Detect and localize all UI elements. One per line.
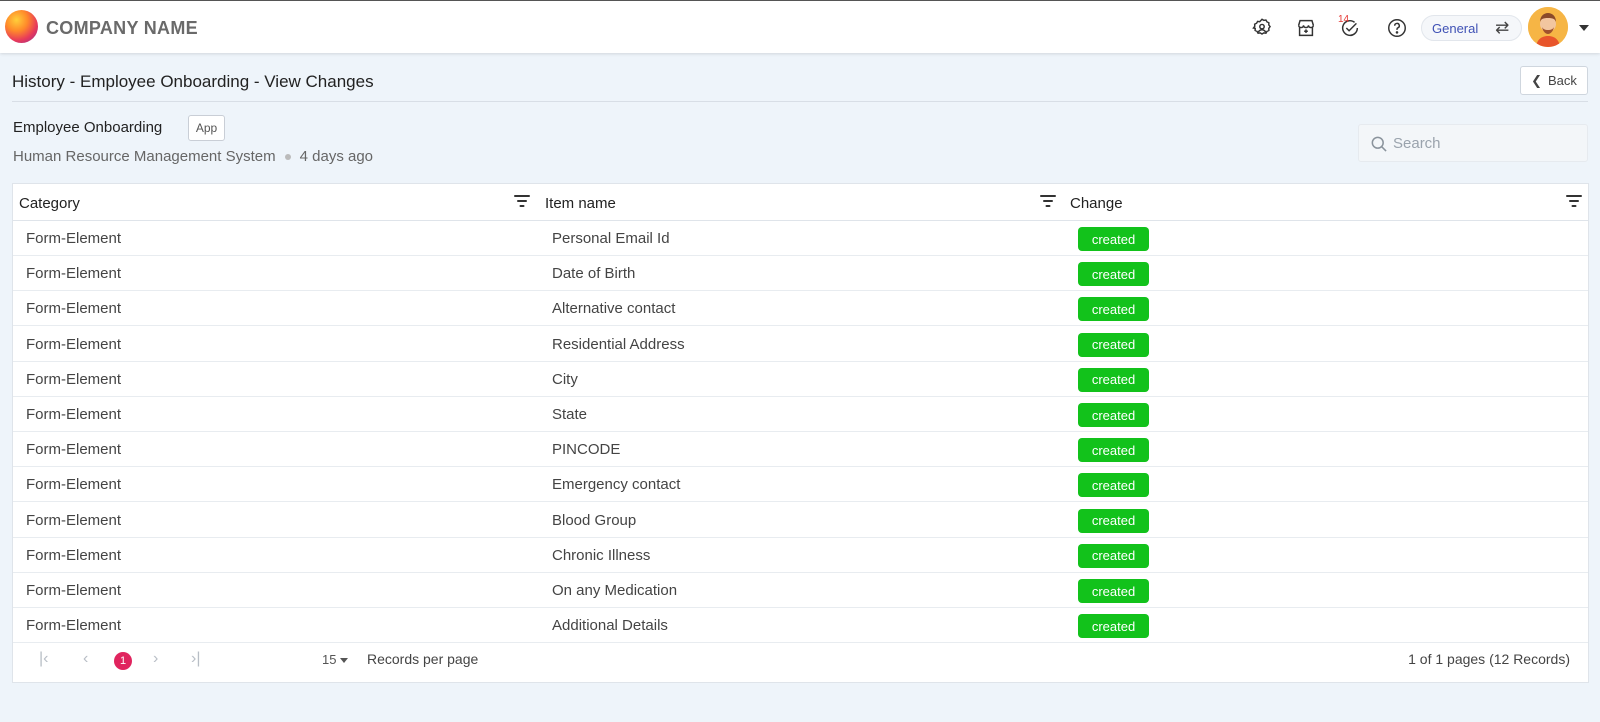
next-page-icon[interactable]: › xyxy=(153,650,158,668)
page-summary: 1 of 1 pages (12 Records) xyxy=(1408,651,1570,667)
top-bar: COMPANY NAME 14 General ⇄ xyxy=(0,0,1600,53)
change-status-badge: created xyxy=(1078,614,1149,639)
cell-item-name: Emergency contact xyxy=(552,476,681,494)
cell-category: Form-Element xyxy=(26,441,122,459)
change-status-badge: created xyxy=(1078,403,1149,427)
chevron-down-icon[interactable] xyxy=(1579,25,1589,31)
table-header: Category Item name Change xyxy=(13,184,1588,221)
table-row[interactable]: Form-Element State created xyxy=(13,397,1588,432)
cell-category: Form-Element xyxy=(26,230,122,247)
filter-icon[interactable] xyxy=(513,193,531,209)
cell-category: Form-Element xyxy=(26,370,122,388)
table-row[interactable]: Form-Element PINCODE created xyxy=(13,432,1588,468)
filter-icon[interactable] xyxy=(1039,193,1057,209)
last-page-icon[interactable]: ›| xyxy=(191,650,200,668)
store-icon[interactable] xyxy=(1294,16,1318,40)
cell-category: Form-Element xyxy=(26,406,122,423)
search-icon xyxy=(1371,136,1387,152)
notification-badge: 14 xyxy=(1338,14,1350,25)
change-status-badge: created xyxy=(1078,367,1149,392)
change-status-badge: created xyxy=(1078,262,1149,287)
page-title: History - Employee Onboarding - View Cha… xyxy=(12,72,374,91)
search-input[interactable] xyxy=(1393,130,1578,156)
table-row[interactable]: Form-Element Alternative contact created xyxy=(13,291,1588,327)
app-type-tag: App xyxy=(188,115,225,141)
change-status-badge: created xyxy=(1078,473,1149,498)
company-name: COMPANY NAME xyxy=(46,18,198,38)
change-status-badge: created xyxy=(1078,227,1149,251)
cell-item-name: Date of Birth xyxy=(552,265,636,283)
history-table: Category Item name Change Form-Element Pe… xyxy=(12,183,1589,683)
app-meta: Human Resource Management System 4 days … xyxy=(13,148,373,165)
caret-down-icon xyxy=(340,658,349,664)
company-logo[interactable] xyxy=(5,10,38,43)
settings-icon[interactable] xyxy=(1250,16,1274,40)
change-status-badge: created xyxy=(1078,438,1149,463)
cell-item-name: Personal Email Id xyxy=(552,230,670,247)
cell-item-name: Additional Details xyxy=(552,617,668,635)
current-page-button[interactable]: 1 xyxy=(114,652,132,670)
cell-category: Form-Element xyxy=(26,511,122,529)
cell-item-name: PINCODE xyxy=(552,441,621,459)
swap-icon: ⇄ xyxy=(1495,18,1510,37)
column-header-change[interactable]: Change xyxy=(1070,195,1123,212)
table-row[interactable]: Form-Element On any Medication created xyxy=(13,573,1588,608)
first-page-icon[interactable]: |‹ xyxy=(39,650,48,668)
pagination: |‹ ‹ 1 › ›| 15 Records per page 1 of 1 p… xyxy=(13,638,1588,683)
search-box xyxy=(1358,124,1588,162)
column-header-category[interactable]: Category xyxy=(19,195,80,212)
table-row[interactable]: Form-Element Residential Address created xyxy=(13,327,1588,362)
cell-category: Form-Element xyxy=(26,300,122,318)
app-name: Employee Onboarding xyxy=(13,119,163,136)
time-ago: 4 days ago xyxy=(299,148,374,165)
separator-dot xyxy=(284,153,291,160)
filter-icon[interactable] xyxy=(1565,193,1583,209)
cell-item-name: Alternative contact xyxy=(552,300,676,318)
cell-item-name: State xyxy=(552,406,588,423)
cell-category: Form-Element xyxy=(26,546,122,564)
system-name: Human Resource Management System xyxy=(13,148,276,165)
workspace-label: General xyxy=(1432,20,1479,36)
header-divider xyxy=(12,101,1588,102)
change-status-badge: created xyxy=(1078,297,1149,322)
change-status-badge: created xyxy=(1078,543,1149,568)
cell-category: Form-Element xyxy=(26,476,122,494)
chevron-left-icon: ❮ xyxy=(1531,72,1542,88)
cell-item-name: Chronic Illness xyxy=(552,546,651,564)
cell-item-name: Residential Address xyxy=(552,335,685,353)
help-icon[interactable] xyxy=(1385,16,1409,40)
table-row[interactable]: Form-Element Personal Email Id created xyxy=(13,221,1588,256)
cell-category: Form-Element xyxy=(26,335,122,353)
change-status-badge: created xyxy=(1078,332,1149,357)
records-per-page-select[interactable]: 15 xyxy=(322,652,349,667)
cell-category: Form-Element xyxy=(26,582,122,599)
cell-item-name: On any Medication xyxy=(552,582,678,599)
table-row[interactable]: Form-Element City created xyxy=(13,362,1588,397)
records-per-page-label: Records per page xyxy=(367,651,479,667)
avatar[interactable] xyxy=(1528,7,1568,47)
table-row[interactable]: Form-Element Chronic Illness created xyxy=(13,538,1588,573)
change-status-badge: created xyxy=(1078,508,1149,533)
table-row[interactable]: Form-Element Date of Birth created xyxy=(13,256,1588,292)
back-label: Back xyxy=(1548,73,1577,88)
cell-item-name: Blood Group xyxy=(552,511,637,529)
column-header-item-name[interactable]: Item name xyxy=(545,195,616,212)
change-status-badge: created xyxy=(1078,579,1149,603)
table-row[interactable]: Form-Element Blood Group created xyxy=(13,503,1588,538)
cell-category: Form-Element xyxy=(26,617,122,635)
workspace-switcher[interactable]: General ⇄ xyxy=(1421,15,1522,41)
table-row[interactable]: Form-Element Emergency contact created xyxy=(13,467,1588,503)
per-page-value: 15 xyxy=(322,652,337,667)
previous-page-icon[interactable]: ‹ xyxy=(83,650,88,668)
cell-item-name: City xyxy=(552,370,578,388)
back-button[interactable]: ❮ Back xyxy=(1520,66,1588,95)
cell-category: Form-Element xyxy=(26,265,122,283)
